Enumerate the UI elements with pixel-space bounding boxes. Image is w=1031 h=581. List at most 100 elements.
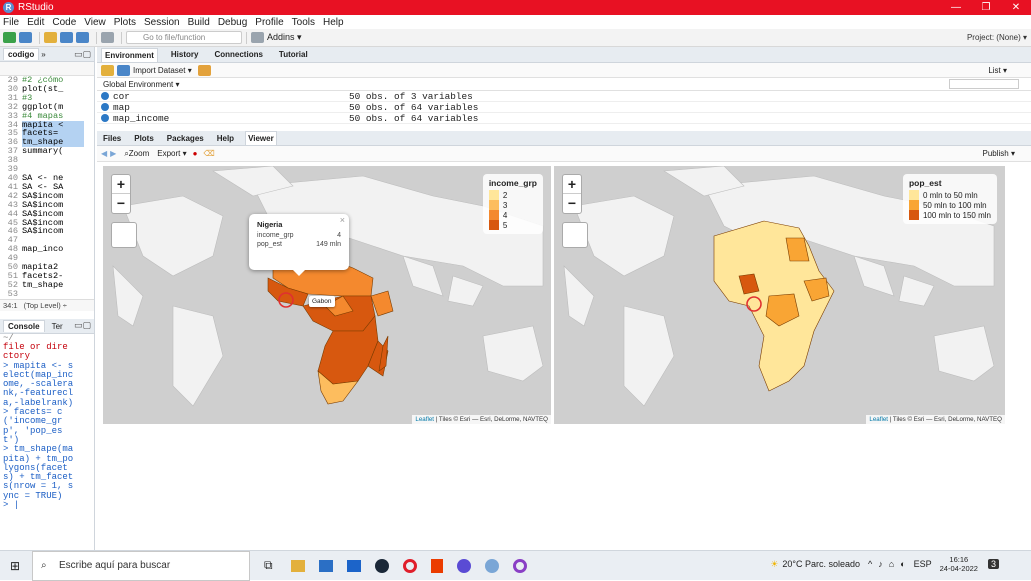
network-icon[interactable]: ⌂ xyxy=(889,559,894,569)
r-icon[interactable] xyxy=(484,558,499,573)
tab-files[interactable]: Files xyxy=(101,132,123,145)
tray-chevron-icon[interactable]: ^ xyxy=(868,559,872,569)
map-pop-est[interactable]: + − pop_est 0 mln to 50 mln 50 mln to 100… xyxy=(554,166,1005,424)
broom-icon[interactable]: ⌫ xyxy=(203,149,214,158)
opera-icon[interactable] xyxy=(402,558,417,573)
forward-arrow-icon[interactable]: ▶ xyxy=(110,149,116,158)
file-explorer-icon[interactable] xyxy=(290,559,305,572)
new-file-icon[interactable] xyxy=(3,32,16,43)
menu-view[interactable]: View xyxy=(84,17,106,28)
menu-plots[interactable]: Plots xyxy=(114,17,136,28)
expand-icon[interactable] xyxy=(101,114,109,122)
clear-viewer-icon[interactable]: ● xyxy=(193,149,198,158)
weather-text[interactable]: 20°C Parc. soleado xyxy=(782,559,860,569)
tab-history[interactable]: History xyxy=(168,48,202,61)
import-dataset-button[interactable]: Import Dataset ▾ xyxy=(133,66,192,75)
menu-build[interactable]: Build xyxy=(188,17,210,28)
list-view-button[interactable]: List ▾ xyxy=(988,66,1007,75)
zoom-button[interactable]: Zoom xyxy=(129,149,149,158)
expand-icon[interactable] xyxy=(101,92,109,100)
menu-file[interactable]: File xyxy=(3,17,19,28)
back-arrow-icon[interactable]: ◀ xyxy=(101,149,107,158)
open-file-icon[interactable] xyxy=(44,32,57,43)
code-editor[interactable]: 29 #2 ¿cómo 30 plot(st_ 31 #3 32 ggplot(m 33 #4 m… xyxy=(0,76,94,299)
zoom-in-button[interactable]: + xyxy=(563,175,581,194)
tab-viewer[interactable]: Viewer xyxy=(245,131,277,145)
environment-row[interactable]: map 50 obs. of 64 variables xyxy=(97,102,1031,113)
taskbar-search-input[interactable]: ⌕ Escribe aquí para buscar xyxy=(32,550,250,581)
task-view-icon[interactable]: ⧉ xyxy=(264,558,273,573)
tab-codigo[interactable]: codigo xyxy=(3,48,40,60)
global-environment-selector[interactable]: Global Environment ▾ xyxy=(103,80,180,89)
save-workspace-icon[interactable] xyxy=(117,64,130,76)
tab-terminal[interactable]: Ter xyxy=(47,320,68,332)
clock[interactable]: 16:16 24-04-2022 xyxy=(940,555,978,573)
environment-toolbar: Import Dataset ▾ List ▾ xyxy=(97,63,1031,78)
menu-profile[interactable]: Profile xyxy=(255,17,283,28)
menu-debug[interactable]: Debug xyxy=(218,17,247,28)
project-menu[interactable]: Project: (None) ▾ xyxy=(967,33,1027,42)
publish-button[interactable]: Publish ▾ xyxy=(983,149,1015,158)
save-all-icon[interactable] xyxy=(76,32,89,43)
console-output[interactable]: ~/ file or dire ctory > mapita <- s elect(m… xyxy=(0,333,94,511)
popup-close-icon[interactable]: × xyxy=(340,215,345,225)
map-income-grp[interactable]: + − × Nigeria income_grp 4 pop_est 149 m… xyxy=(103,166,551,424)
go-to-file-input[interactable]: Go to file/function xyxy=(126,31,242,44)
windows-start-icon[interactable]: ⊞ xyxy=(10,559,20,573)
leaflet-link[interactable]: Leaflet xyxy=(415,416,434,423)
environment-row[interactable]: cor 50 obs. of 3 variables xyxy=(97,91,1031,102)
more-tabs-icon[interactable]: » xyxy=(41,50,45,59)
save-icon[interactable] xyxy=(60,32,73,43)
export-button[interactable]: Export ▾ xyxy=(157,149,186,158)
tab-tutorial[interactable]: Tutorial xyxy=(276,48,311,61)
system-tray: ☀ 20°C Parc. soleado ^ ♪ ⌂ ◐ ESP 16:16 2… xyxy=(770,555,999,573)
menu-tools[interactable]: Tools xyxy=(292,17,315,28)
legend-label: 5 xyxy=(502,220,508,230)
notification-badge[interactable]: 3 xyxy=(987,559,999,569)
menu-help[interactable]: Help xyxy=(323,17,344,28)
menu-code[interactable]: Code xyxy=(52,17,76,28)
chrome-canary-icon[interactable] xyxy=(456,558,471,573)
mail-icon[interactable] xyxy=(346,559,361,572)
environment-row[interactable]: map_income 50 obs. of 64 variables xyxy=(97,113,1031,124)
tor-icon[interactable] xyxy=(512,558,527,573)
tab-connections[interactable]: Connections xyxy=(211,48,265,61)
print-icon[interactable] xyxy=(101,32,114,43)
maximize-button[interactable]: ❐ xyxy=(971,0,1001,15)
layers-control-icon[interactable] xyxy=(562,222,588,248)
expand-icon[interactable] xyxy=(101,103,109,111)
tab-environment[interactable]: Environment xyxy=(101,47,158,62)
office-icon[interactable] xyxy=(430,558,443,573)
new-project-icon[interactable] xyxy=(19,32,32,43)
layers-control-icon[interactable] xyxy=(111,222,137,248)
clock-time: 16:16 xyxy=(949,555,969,564)
menu-session[interactable]: Session xyxy=(144,17,180,28)
tab-packages[interactable]: Packages xyxy=(165,132,206,145)
environment-search-input[interactable] xyxy=(949,79,1019,89)
scope-selector[interactable]: (Top Level) ÷ xyxy=(24,301,67,310)
minimize-maximize-icon[interactable]: ▭▢ xyxy=(74,49,91,60)
store-icon[interactable] xyxy=(318,559,333,572)
zoom-in-button[interactable]: + xyxy=(112,175,130,194)
tab-plots[interactable]: Plots xyxy=(132,132,156,145)
leaflet-link[interactable]: Leaflet xyxy=(869,416,888,423)
microphone-icon[interactable]: ♪ xyxy=(878,559,883,569)
menu-edit[interactable]: Edit xyxy=(27,17,44,28)
zoom-out-button[interactable]: − xyxy=(112,194,130,213)
zoom-out-button[interactable]: − xyxy=(563,194,581,213)
addins-menu[interactable]: Addins ▾ xyxy=(267,32,302,43)
language-indicator[interactable]: ESP xyxy=(914,559,932,569)
tab-help[interactable]: Help xyxy=(215,132,236,145)
close-button[interactable]: ✕ xyxy=(1001,0,1031,15)
grid-icon[interactable] xyxy=(251,32,264,43)
broom-icon[interactable] xyxy=(197,64,211,76)
load-workspace-icon[interactable] xyxy=(101,64,114,76)
minimize-maximize-icon[interactable]: ▭▢ xyxy=(74,320,91,331)
steam-icon[interactable] xyxy=(374,558,389,573)
minimize-button[interactable]: — xyxy=(941,0,971,15)
tab-console[interactable]: Console xyxy=(3,319,45,332)
window-titlebar: R RStudio — ❐ ✕ xyxy=(0,0,1031,15)
code-line[interactable]: 53 xyxy=(0,289,94,299)
volume-icon[interactable]: ◐ xyxy=(900,559,905,569)
code-text: #2 ¿cómo xyxy=(22,76,64,85)
